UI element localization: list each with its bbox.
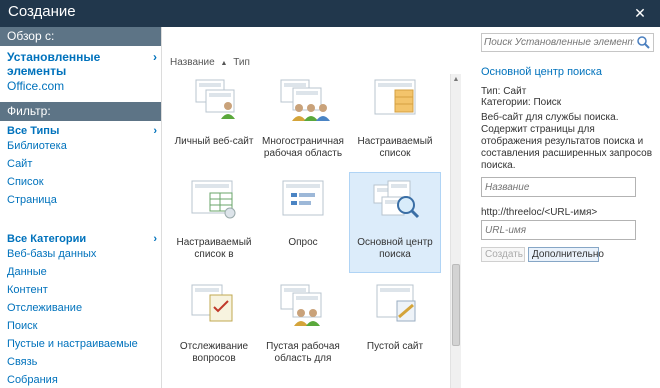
blank-site-icon <box>363 283 427 327</box>
more-options-button[interactable]: Дополнительно <box>528 247 604 262</box>
type-filter-item[interactable]: Список <box>0 173 161 191</box>
sort-ascending-icon: ▲ <box>220 60 228 67</box>
search-input[interactable] <box>484 35 634 50</box>
survey-icon <box>271 179 335 223</box>
detail-description: Веб-сайт для службы поиска. Содержит стр… <box>481 112 653 171</box>
template-tile-label: Опрос <box>288 237 318 248</box>
name-field <box>481 177 636 197</box>
categories-list: Веб-базы данных Данные Контент Отслеживание… <box>0 245 161 388</box>
browse-installed-items[interactable]: Установленные элементы › <box>0 50 161 78</box>
detail-category: Категории: Поиск <box>481 97 562 108</box>
url-field <box>481 220 636 240</box>
filter-all-types[interactable]: Все Типы › <box>0 125 161 137</box>
browse-header: Обзор с: <box>0 27 161 46</box>
template-tile[interactable]: Личный веб-сайт <box>168 72 260 172</box>
issue-tracking-icon <box>182 283 246 327</box>
template-tile[interactable]: Пустая рабочая область для <box>257 277 349 377</box>
gallery-scrollbar[interactable]: ▲ <box>450 74 461 388</box>
all-categories-label: Все Категории <box>7 233 87 245</box>
category-filter-item[interactable]: Поиск <box>0 317 161 335</box>
category-filter-item[interactable]: Данные <box>0 263 161 281</box>
category-filter-item[interactable]: Отслеживание <box>0 299 161 317</box>
sort-by-name[interactable]: Название <box>170 57 215 68</box>
template-tile[interactable]: Многостраничная рабочая область <box>257 72 349 172</box>
sort-bar: Название ▲ Тип <box>170 57 250 68</box>
create-button[interactable]: Создать <box>481 247 525 262</box>
template-tile-label: Личный веб-сайт <box>174 136 254 147</box>
template-tile-label: Основной центр поиска <box>357 237 433 260</box>
personal-site-icon <box>182 78 246 122</box>
search-box <box>481 33 654 52</box>
search-center-icon <box>364 179 428 223</box>
url-prefix-label: http://threeloc/<URL-имя> <box>481 207 598 218</box>
chevron-right-icon: › <box>153 233 157 245</box>
detail-title: Основной центр поиска <box>481 66 602 78</box>
template-tile[interactable]: Настраиваемый список <box>349 72 441 172</box>
template-tile-label: Пустая рабочая область для <box>266 341 340 364</box>
scroll-thumb[interactable] <box>452 264 460 346</box>
template-tile-label: Пустой сайт <box>366 341 424 352</box>
scroll-up-icon[interactable]: ▲ <box>451 74 461 86</box>
type-filter-item[interactable]: Сайт <box>0 155 161 173</box>
template-tile-label: Настраиваемый список в <box>176 237 252 260</box>
browse-installed-label: Установленные элементы <box>7 50 101 78</box>
category-filter-item[interactable]: Контент <box>0 281 161 299</box>
sort-by-type[interactable]: Тип <box>233 57 250 68</box>
detail-type: Тип: Сайт <box>481 86 527 97</box>
details-panel: Основной центр поиска Тип: Сайт Категори… <box>464 27 660 388</box>
dialog-titlebar: Создание ✕ <box>0 0 660 27</box>
search-icon[interactable] <box>636 35 651 50</box>
template-tile[interactable]: Отслеживание вопросов <box>168 277 260 377</box>
blank-workspace-icon <box>271 283 335 327</box>
category-filter-item[interactable]: Собрания <box>0 371 161 388</box>
template-tile[interactable]: Настраиваемый список в <box>168 173 260 273</box>
category-filter-item[interactable]: Связь <box>0 353 161 371</box>
name-input[interactable] <box>482 178 635 196</box>
left-filter-panel: Обзор с: Установленные элементы › Office… <box>0 27 162 388</box>
chevron-right-icon: › <box>153 50 157 64</box>
template-tile-label: Многостраничная рабочая область <box>262 136 344 159</box>
template-tile[interactable]: Опрос <box>257 173 349 273</box>
template-tile-label: Настраиваемый список <box>357 136 433 159</box>
template-tile[interactable]: Пустой сайт <box>349 277 441 377</box>
chevron-right-icon: › <box>153 125 157 137</box>
browse-office-com[interactable]: Office.com <box>0 78 161 99</box>
template-gallery: Название ▲ Тип Личный веб-сайт Многостран… <box>163 27 463 388</box>
url-name-input[interactable] <box>482 221 635 239</box>
custom-list-icon <box>363 78 427 122</box>
category-filter-item[interactable]: Веб-базы данных <box>0 245 161 263</box>
multipage-workspace-icon <box>271 78 335 122</box>
close-icon[interactable]: ✕ <box>632 5 648 21</box>
type-filter-item[interactable]: Библиотека <box>0 137 161 155</box>
types-list: Библиотека Сайт Список Страница <box>0 137 161 209</box>
dialog-title: Создание <box>8 3 76 20</box>
all-types-label: Все Типы <box>7 125 60 137</box>
custom-list-datasheet-icon <box>182 179 246 223</box>
filter-header: Фильтр: <box>0 102 161 121</box>
filter-all-categories[interactable]: Все Категории › <box>0 233 161 245</box>
template-tile[interactable]: Основной центр поиска <box>349 172 441 273</box>
type-filter-item[interactable]: Страница <box>0 191 161 209</box>
category-filter-item[interactable]: Пустые и настраиваемые <box>0 335 161 353</box>
template-tile-label: Отслеживание вопросов <box>179 341 249 364</box>
